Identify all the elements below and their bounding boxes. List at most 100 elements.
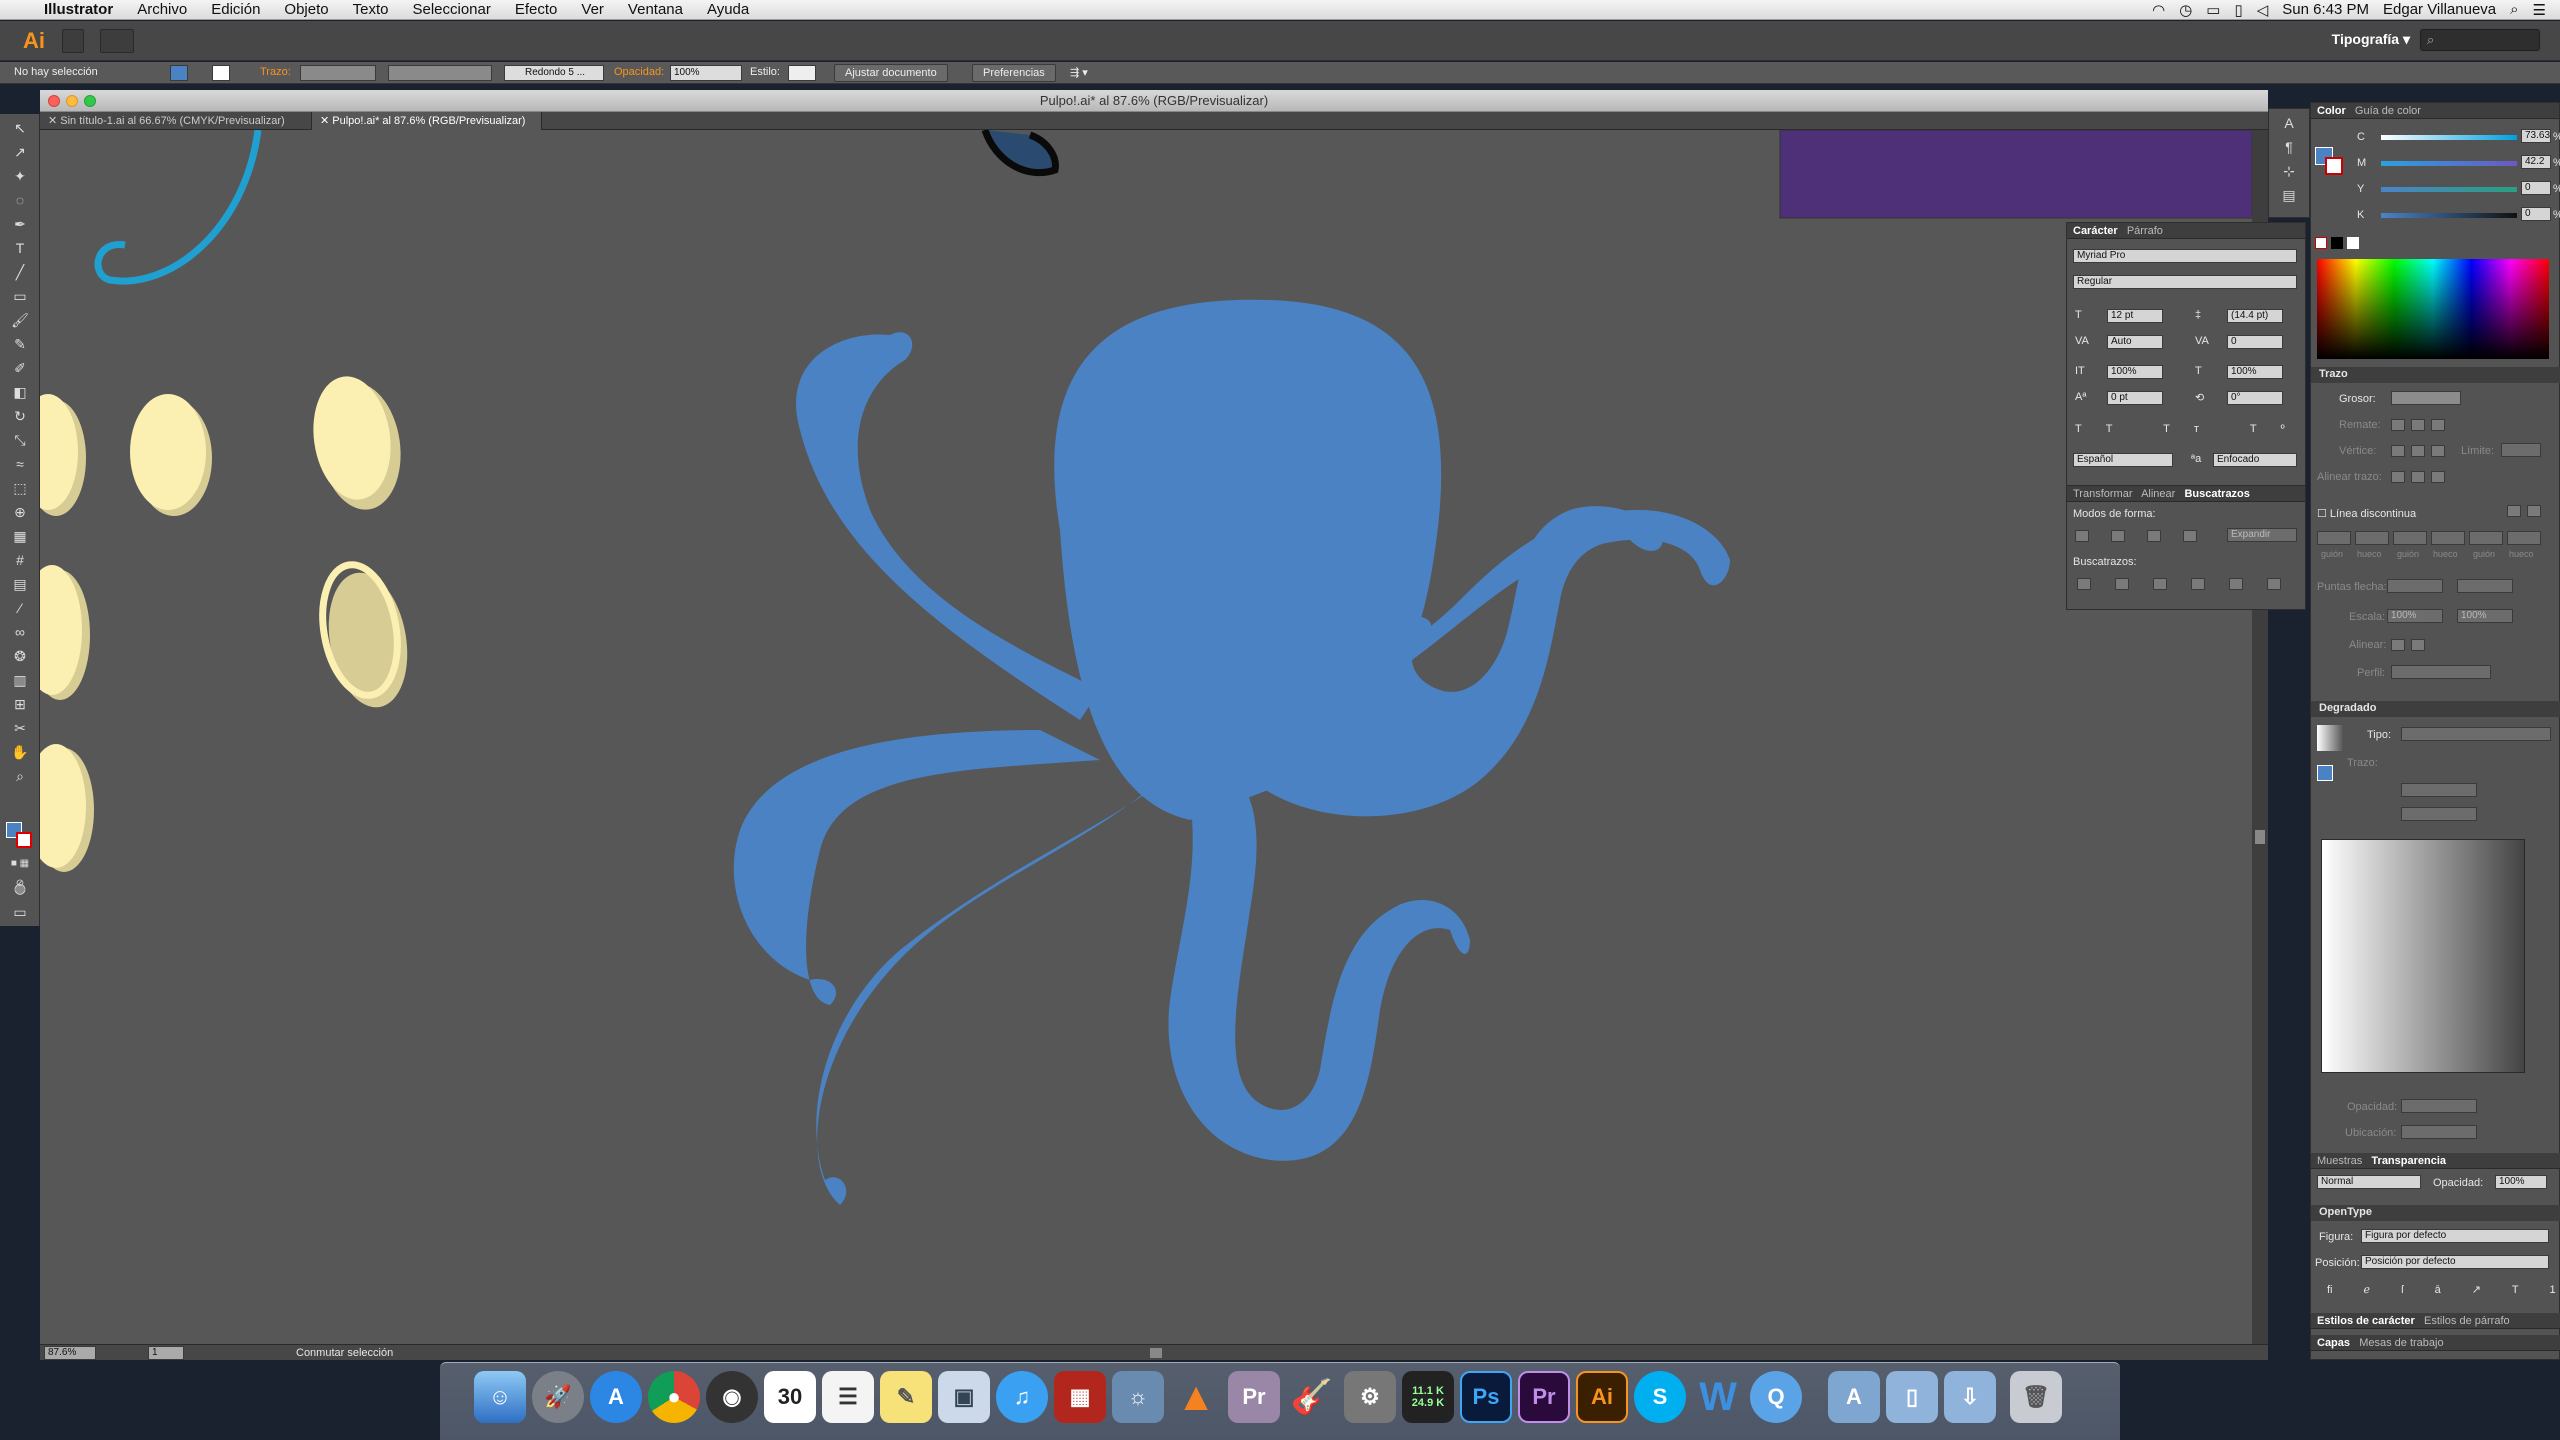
octopus-shape[interactable] — [733, 299, 1730, 1205]
tab-caracter[interactable]: Carácter — [2073, 225, 2118, 237]
dash-field-1[interactable] — [2317, 531, 2351, 545]
magic-wand-icon[interactable]: ✦ — [8, 166, 32, 186]
egg-shapes[interactable] — [40, 371, 417, 872]
tracking-field[interactable]: 0 — [2227, 335, 2283, 349]
illustrator-icon[interactable]: Ai — [1576, 1371, 1628, 1423]
y-field[interactable]: 0 — [2521, 181, 2551, 195]
preferences-button[interactable]: Preferencias — [972, 64, 1056, 82]
paragraph-panel-icon[interactable]: ¶ — [2277, 137, 2301, 157]
m-slider[interactable] — [2381, 161, 2517, 166]
tab-transparencia[interactable]: Transparencia — [2371, 1155, 2446, 1167]
figure-select[interactable]: Figura por defecto — [2361, 1229, 2549, 1243]
gradient-preview[interactable] — [2317, 725, 2343, 751]
color-spectrum[interactable] — [2317, 259, 2549, 359]
symbol-sprayer-icon[interactable]: ❂ — [8, 646, 32, 666]
calendar-icon[interactable]: 30 — [764, 1371, 816, 1423]
gradient-slider-preview[interactable] — [2321, 839, 2525, 1073]
graph-tool-icon[interactable]: ▥ — [8, 670, 32, 690]
mesh-tool-icon[interactable]: # — [8, 550, 32, 570]
tab-parrafo[interactable]: Párrafo — [2127, 225, 2163, 237]
gradient-aspect-field[interactable] — [2401, 807, 2477, 821]
scroll-thumb[interactable] — [2255, 830, 2265, 844]
expand-button[interactable]: Expandir — [2227, 528, 2297, 542]
eraser-tool-icon[interactable]: ◧ — [8, 382, 32, 402]
stroke-panel-header[interactable]: Trazo — [2311, 367, 2560, 383]
menu-app-illustrator[interactable]: Illustrator — [32, 0, 125, 20]
help-search-input[interactable]: ⌕ — [2420, 29, 2540, 51]
zoom-window-icon[interactable] — [84, 95, 96, 107]
tab-color[interactable]: Color — [2317, 105, 2346, 117]
tab-alinear[interactable]: Alinear — [2141, 488, 2175, 500]
scale-tool-icon[interactable]: ⤡ — [8, 430, 32, 450]
pencil-tool-icon[interactable]: ✎ — [8, 334, 32, 354]
app-store-icon[interactable]: A — [590, 1371, 642, 1423]
gradient-panel-header[interactable]: Degradado — [2311, 701, 2560, 717]
scale-field-b[interactable]: 100% — [2457, 609, 2513, 623]
zoom-field[interactable]: 87.6% — [44, 1346, 96, 1360]
stroke-label[interactable]: Trazo: — [260, 66, 291, 78]
gradient-opacity-field[interactable] — [2401, 1099, 2477, 1113]
tab-mesas-de-trabajo[interactable]: Mesas de trabajo — [2359, 1337, 2443, 1349]
perspective-grid-icon[interactable]: ▦ — [8, 526, 32, 546]
vertical-scale-field[interactable]: 100% — [2107, 365, 2163, 379]
arrow-end-select[interactable] — [2457, 579, 2513, 593]
gap-field-2[interactable] — [2431, 531, 2465, 545]
align-outside-icon[interactable] — [2431, 471, 2445, 483]
dash-preserve-icon[interactable] — [2507, 505, 2521, 517]
iphoto-icon[interactable]: ☼ — [1112, 1371, 1164, 1423]
language-select[interactable]: Español — [2073, 453, 2173, 467]
dash-field-3[interactable] — [2469, 531, 2503, 545]
premiere-pro-icon[interactable]: Pr — [1518, 1371, 1570, 1423]
activity-monitor-icon[interactable]: 11.1 K 24.9 K — [1402, 1371, 1454, 1423]
draw-mode-icon[interactable]: ◍ — [8, 878, 32, 898]
skype-icon[interactable]: S — [1634, 1371, 1686, 1423]
eyedropper-icon[interactable]: ⁄ — [8, 598, 32, 618]
applications-folder-icon[interactable]: A — [1828, 1371, 1880, 1423]
outline-icon[interactable] — [2229, 578, 2243, 590]
stroke-weight-select[interactable] — [2391, 391, 2461, 405]
menu-objeto[interactable]: Objeto — [272, 0, 340, 20]
profile-select[interactable] — [2391, 665, 2491, 679]
font-size-field[interactable]: 12 pt — [2107, 309, 2163, 323]
itunes-icon[interactable]: ♫ — [996, 1371, 1048, 1423]
arrange-icon[interactable]: ⇶ ▾ — [1070, 66, 1088, 79]
merge-icon[interactable] — [2153, 578, 2167, 590]
variable-width-select[interactable] — [388, 65, 492, 81]
selection-tool-icon[interactable]: ↖ — [8, 118, 32, 138]
tentacle-tip-shape[interactable] — [981, 130, 1059, 177]
dashboard-icon[interactable]: ◉ — [706, 1371, 758, 1423]
rectangle-tool-icon[interactable]: ▭ — [8, 286, 32, 306]
opacity-label[interactable]: Opacidad: — [614, 66, 664, 78]
page-field[interactable]: 1 — [148, 1346, 184, 1360]
fill-swatch[interactable] — [170, 65, 188, 81]
garageband-icon[interactable]: 🎸 — [1286, 1371, 1338, 1423]
scale-field-a[interactable]: 100% — [2387, 609, 2443, 623]
purple-rectangle[interactable] — [1779, 130, 2252, 219]
airplay-icon[interactable]: ▭ — [2206, 1, 2220, 19]
wifi-icon[interactable]: ◠ — [2152, 1, 2165, 19]
tab-pulpo[interactable]: ✕ Pulpo!.ai* al 87.6% (RGB/Previsualizar… — [312, 112, 542, 130]
workspace-switcher[interactable]: Tipografía ▾ — [2332, 31, 2410, 48]
rotate-tool-icon[interactable]: ↻ — [8, 406, 32, 426]
unite-icon[interactable] — [2075, 530, 2089, 542]
word-icon[interactable]: W — [1692, 1371, 1744, 1423]
white-color-icon[interactable] — [2347, 237, 2359, 249]
type-tool-icon[interactable]: T — [8, 238, 32, 258]
gradient-fill-icon[interactable] — [2317, 765, 2333, 781]
stroke-color-icon[interactable] — [16, 832, 32, 848]
black-color-icon[interactable] — [2331, 237, 2343, 249]
status-text[interactable]: Conmutar selección — [296, 1347, 393, 1359]
minimize-window-icon[interactable] — [66, 95, 78, 107]
time-machine-icon[interactable]: ◷ — [2179, 1, 2192, 19]
baseline-field[interactable]: 0 pt — [2107, 391, 2163, 405]
tab-muestras[interactable]: Muestras — [2317, 1155, 2362, 1167]
gradient-type-select[interactable] — [2401, 727, 2551, 741]
system-preferences-icon[interactable]: ⚙ — [1344, 1371, 1396, 1423]
opentype-feature-buttons[interactable]: ﬁ ℯ ſ ā ↗ T 1ˢᵗ ½ — [2327, 1283, 2560, 1296]
reminders-icon[interactable]: ☰ — [822, 1371, 874, 1423]
zoom-tool-icon[interactable]: ⌕ — [8, 766, 32, 786]
brush-select[interactable]: Redondo 5 ... — [504, 65, 604, 81]
warp-tool-icon[interactable]: ≈ — [8, 454, 32, 474]
line-tool-icon[interactable]: ╱ — [8, 262, 32, 282]
pen-tool-icon[interactable]: ✒ — [8, 214, 32, 234]
